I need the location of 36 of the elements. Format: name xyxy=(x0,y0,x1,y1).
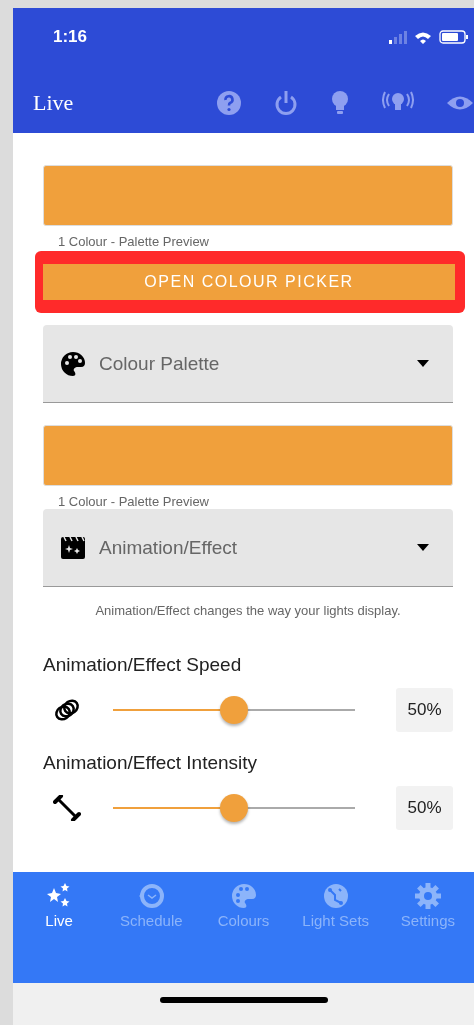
open-colour-picker-button[interactable]: OPEN COLOUR PICKER xyxy=(43,264,455,300)
caret-icon xyxy=(417,360,429,367)
swatch-caption: 1 Colour - Palette Preview xyxy=(58,494,210,509)
tab-bar-item[interactable]: Schedule xyxy=(105,882,198,929)
dropdown-field[interactable]: Colour Palette xyxy=(43,325,453,403)
settings-icon xyxy=(413,882,442,910)
dumbbell-icon xyxy=(53,795,81,821)
tab-bar-item[interactable]: Light Sets xyxy=(289,882,382,929)
slider-thumb[interactable] xyxy=(220,794,248,822)
battery-icon xyxy=(439,30,468,44)
tab-bar-item[interactable]: Live xyxy=(13,882,106,929)
palette-icon xyxy=(229,882,258,910)
eye-icon[interactable] xyxy=(446,94,474,112)
slider-value: 50% xyxy=(396,786,453,830)
slider-thumb[interactable] xyxy=(220,696,248,724)
signal-icon xyxy=(389,30,407,44)
clapperboard-icon xyxy=(59,534,87,561)
palette-icon xyxy=(59,349,87,378)
dropdown-field[interactable]: Animation/Effect xyxy=(43,509,453,587)
page-title: Live xyxy=(33,90,75,116)
tab-bar-item[interactable]: Settings xyxy=(381,882,474,929)
tab-bar-item[interactable]: Colours xyxy=(197,882,290,929)
power-icon[interactable] xyxy=(274,89,298,117)
help-icon[interactable] xyxy=(216,90,242,116)
rings-icon xyxy=(53,697,81,723)
status-time: 1:16 xyxy=(53,27,88,47)
slider-value: 50% xyxy=(396,688,453,732)
slider-label: Animation/Effect Speed xyxy=(43,654,243,676)
clock-icon xyxy=(137,882,166,910)
lightbulb-icon[interactable] xyxy=(330,90,350,116)
circuit-icon xyxy=(321,882,350,910)
slider-label: Animation/Effect Intensity xyxy=(43,752,259,774)
helper-text: Animation/Effect changes the way your lights display. xyxy=(94,603,402,618)
swatch-caption: 1 Colour - Palette Preview xyxy=(58,234,210,249)
wifi-icon xyxy=(415,30,431,44)
caret-icon xyxy=(417,544,429,551)
